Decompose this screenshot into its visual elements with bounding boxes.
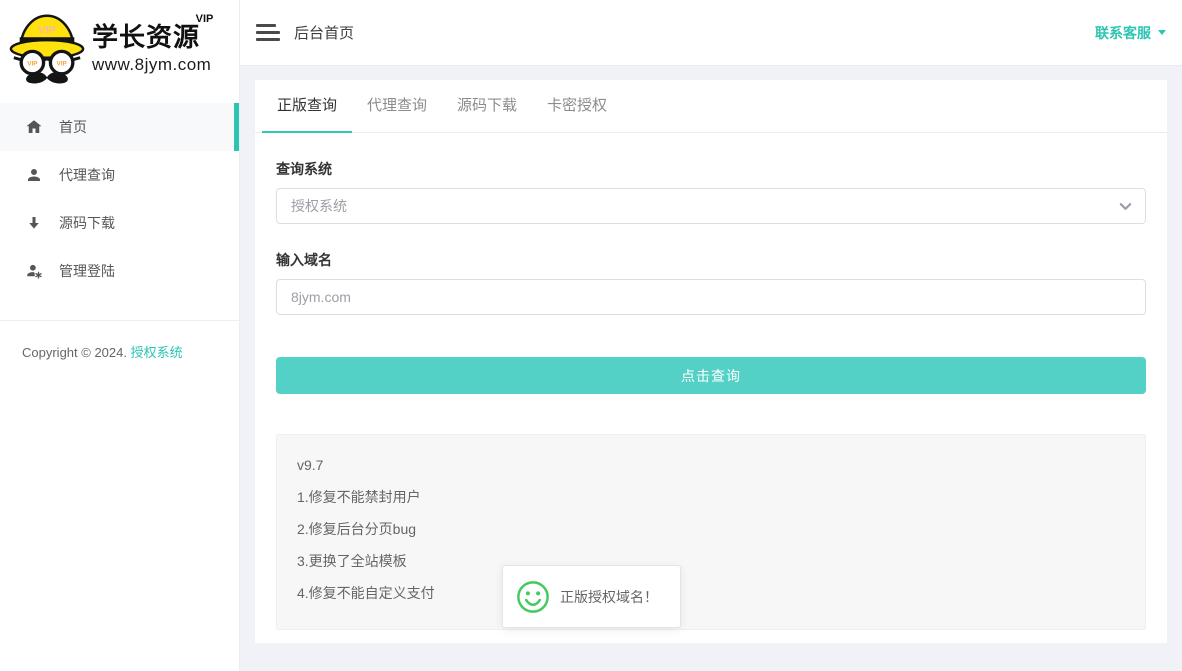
toast-message: 正版授权域名！ xyxy=(560,587,658,607)
download-icon xyxy=(25,214,43,232)
hamburger-icon[interactable] xyxy=(256,24,280,41)
caret-down-icon xyxy=(1158,30,1166,35)
domain-field-label: 输入域名 xyxy=(276,250,1146,270)
copyright: Copyright © 2024. 授权系统 xyxy=(0,321,239,382)
sidebar-item-source-download[interactable]: 源码下载 xyxy=(0,199,239,247)
changelog-version: v9.7 xyxy=(297,458,1125,473)
brand-vip-badge: VIP xyxy=(196,13,214,25)
changelog-item: 1.修复不能禁封用户 xyxy=(297,490,1125,505)
sidebar-item-admin-login[interactable]: 管理登陆 xyxy=(0,247,239,295)
tab-card-auth[interactable]: 卡密授权 xyxy=(532,80,622,132)
domain-input[interactable]: 8jym.com xyxy=(276,279,1146,315)
query-submit-button[interactable]: 点击查询 xyxy=(276,357,1146,394)
toast-popup: 正版授权域名！ xyxy=(502,565,681,628)
tab-bar: 正版查询 代理查询 源码下载 卡密授权 xyxy=(255,80,1167,133)
smiley-icon xyxy=(516,580,550,614)
brand-title: 学长资源 xyxy=(92,22,200,52)
home-icon xyxy=(25,118,43,136)
sidebar-nav: 首页 代理查询 源码下载 xyxy=(0,103,239,295)
svg-text:VIP: VIP xyxy=(27,60,37,67)
brand: VIP VIP VIP 学长资源 VIP www.8jym.com xyxy=(0,0,239,95)
contact-support-link[interactable]: 联系客服 xyxy=(1095,23,1166,43)
tab-agent-query[interactable]: 代理查询 xyxy=(352,80,442,132)
changelog-item: 3.更换了全站模板 xyxy=(297,554,1125,569)
page-title: 后台首页 xyxy=(294,22,354,43)
changelog-item: 2.修复后台分页bug xyxy=(297,522,1125,537)
query-form: 查询系统 授权系统 输入域名 8jym.com 点击查询 v9.7 1.修复不能… xyxy=(255,159,1167,630)
brand-hat-logo-icon: VIP VIP VIP xyxy=(8,3,86,94)
sidebar-item-label: 源码下载 xyxy=(59,213,115,233)
sidebar-item-home[interactable]: 首页 xyxy=(0,103,239,151)
sidebar-item-label: 代理查询 xyxy=(59,165,115,185)
tab-genuine-query[interactable]: 正版查询 xyxy=(262,80,352,132)
copyright-link[interactable]: 授权系统 xyxy=(131,345,183,360)
chevron-down-icon xyxy=(1119,200,1132,213)
changelog-item: 4.修复不能自定义支付 xyxy=(297,586,1125,601)
copyright-text: Copyright © 2024. xyxy=(22,345,127,360)
domain-input-placeholder: 8jym.com xyxy=(291,289,351,305)
user-gear-icon xyxy=(25,262,43,280)
sidebar-item-agent-query[interactable]: 代理查询 xyxy=(0,151,239,199)
topbar: 后台首页 联系客服 xyxy=(240,0,1182,66)
sidebar-item-label: 首页 xyxy=(59,117,87,137)
changelog-box: v9.7 1.修复不能禁封用户 2.修复后台分页bug 3.更换了全站模板 4.… xyxy=(276,434,1146,630)
sidebar-item-label: 管理登陆 xyxy=(59,261,115,281)
user-icon xyxy=(25,166,43,184)
contact-support-label: 联系客服 xyxy=(1095,23,1151,43)
sidebar: VIP VIP VIP 学长资源 VIP www.8jym.com xyxy=(0,0,240,671)
brand-url: www.8jym.com xyxy=(92,55,211,75)
svg-text:VIP: VIP xyxy=(57,60,67,67)
svg-text:VIP: VIP xyxy=(38,24,55,36)
system-select[interactable]: 授权系统 xyxy=(276,188,1146,224)
system-field-label: 查询系统 xyxy=(276,159,1146,179)
tab-source-download[interactable]: 源码下载 xyxy=(442,80,532,132)
system-select-value: 授权系统 xyxy=(291,196,347,216)
main-card: 正版查询 代理查询 源码下载 卡密授权 查询系统 授权系统 输入域名 8jym.… xyxy=(255,80,1167,643)
